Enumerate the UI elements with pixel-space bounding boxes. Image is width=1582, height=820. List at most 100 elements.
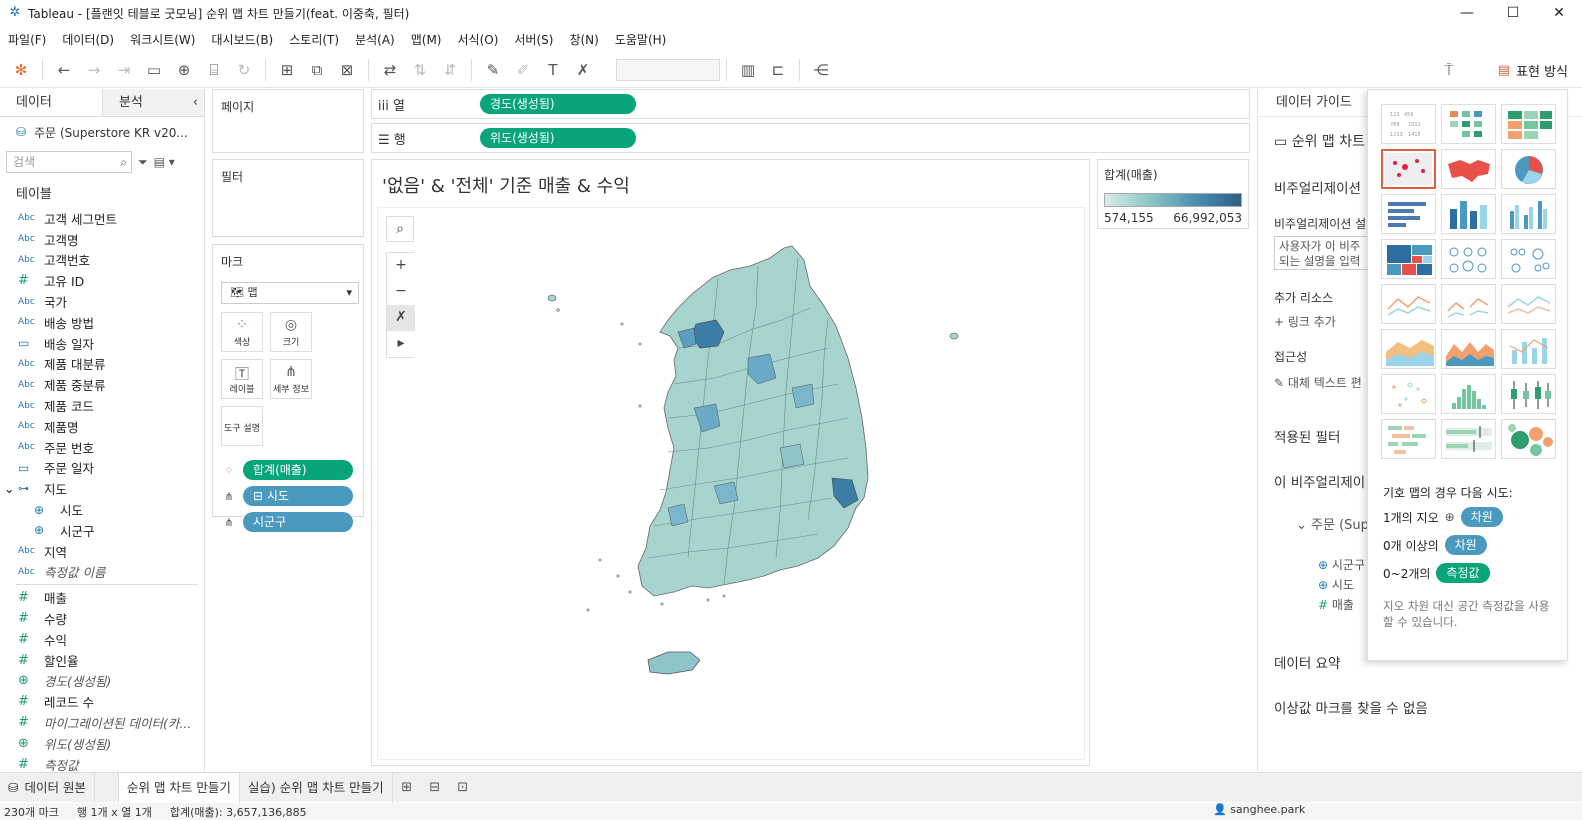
field-item[interactable]: Abc 고객 세그먼트: [0, 208, 204, 229]
search-input[interactable]: 검색 ⌕: [6, 151, 132, 173]
pages-card[interactable]: 페이지: [212, 89, 364, 153]
tableau-home-icon[interactable]: ✻: [8, 57, 34, 83]
chart-type-symbol-map[interactable]: [1381, 149, 1436, 189]
color-button[interactable]: ⁘ 색상: [221, 312, 263, 352]
show-me-button[interactable]: ▤ 표현 방식: [1498, 57, 1568, 83]
field-item[interactable]: Abc 측정값 이름: [0, 562, 204, 583]
group-icon[interactable]: ✐: [510, 57, 536, 83]
save-icon[interactable]: ▭: [141, 57, 167, 83]
menu-help[interactable]: 도움말(H): [607, 31, 675, 48]
field-item[interactable]: ⊕ 시도: [0, 499, 204, 520]
highlight-icon[interactable]: ✎: [480, 57, 506, 83]
chart-type-treemap[interactable]: [1381, 239, 1436, 279]
rows-shelf[interactable]: ☰ 행 위도(생성됨): [371, 123, 1250, 153]
menu-worksheet[interactable]: 워크시트(W): [122, 31, 203, 48]
sort-desc-icon[interactable]: ⇵: [437, 57, 463, 83]
korea-map[interactable]: [378, 208, 1086, 761]
share-icon[interactable]: ⋲: [808, 57, 834, 83]
new-story-icon[interactable]: ⊡: [449, 780, 477, 795]
replay-icon[interactable]: ⇥: [111, 57, 137, 83]
guide-datasource[interactable]: ⌄ 주문 (Supe: [1280, 514, 1377, 533]
tab-datasource[interactable]: ⛁ 데이터 원본: [0, 772, 95, 803]
add-link-button[interactable]: + 링크 추가: [1258, 313, 1336, 330]
chart-type-side-by-side-bars[interactable]: [1501, 194, 1556, 234]
field-item[interactable]: ⊕ 시군구: [0, 520, 204, 541]
field-item[interactable]: # 할인율: [0, 650, 204, 671]
field-item[interactable]: ▭ 주문 일자: [0, 458, 204, 479]
field-item[interactable]: # 수량: [0, 608, 204, 629]
field-item[interactable]: # 마이그레이션된 데이터(카...: [0, 712, 204, 733]
field-item[interactable]: ⊕ 경도(생성됨): [0, 671, 204, 692]
new-worksheet-icon[interactable]: ⊞: [393, 780, 421, 795]
chart-type-heat-map[interactable]: [1441, 104, 1496, 144]
clear-sheet-icon[interactable]: ⊠: [334, 57, 360, 83]
new-dashboard-icon[interactable]: ⊟: [421, 780, 449, 795]
chart-type-dual-combination[interactable]: [1501, 329, 1556, 369]
tooltip-button[interactable]: 도구 설명: [221, 406, 263, 446]
field-item[interactable]: # 수익: [0, 629, 204, 650]
refresh-icon[interactable]: ↻: [231, 57, 257, 83]
view-title[interactable]: '없음' & '전체' 기준 매출 & 수익: [382, 172, 630, 198]
alt-text-button[interactable]: ✎ 대체 텍스트 편: [1258, 374, 1362, 391]
show-cards-icon[interactable]: ▥: [735, 57, 761, 83]
user-menu[interactable]: 👤 sanghee.park: [1213, 803, 1305, 816]
pill-sigungu[interactable]: 시군구: [243, 512, 353, 532]
tab-sheet-practice[interactable]: 실습) 순위 맵 차트 만들기: [240, 772, 393, 803]
chart-type-area-continuous[interactable]: [1381, 329, 1436, 369]
pill-sum-sales[interactable]: 합계(매출): [243, 460, 353, 480]
tab-data[interactable]: 데이터: [0, 89, 102, 116]
field-item[interactable]: # 고유 ID: [0, 270, 204, 291]
columns-shelf[interactable]: iii 열 경도(생성됨): [371, 89, 1250, 119]
menu-window[interactable]: 창(N): [561, 31, 606, 48]
pill-latitude[interactable]: 위도(생성됨): [480, 128, 636, 148]
mark-type-dropdown[interactable]: 🗺 맵 ▾: [221, 282, 359, 304]
datasource-icon[interactable]: ⌸: [201, 57, 227, 83]
pill-sido[interactable]: ⊟ 시도: [243, 486, 353, 506]
field-item[interactable]: Abc 지역: [0, 541, 204, 562]
chart-type-histogram[interactable]: [1441, 374, 1496, 414]
chart-type-gantt[interactable]: [1381, 419, 1436, 459]
chart-type-filled-map[interactable]: [1441, 149, 1496, 189]
close-button[interactable]: ✕: [1536, 0, 1582, 26]
field-item[interactable]: Abc 국가: [0, 291, 204, 312]
chart-type-dual-lines[interactable]: [1501, 284, 1556, 324]
field-item[interactable]: Abc 제품 코드: [0, 395, 204, 416]
menu-server[interactable]: 서버(S): [506, 31, 561, 48]
map-area[interactable]: ⌕ + − ✗ ▸: [377, 207, 1085, 760]
label-button[interactable]: 🅃 레이블: [221, 359, 263, 399]
field-item[interactable]: Abc 제품 중분류: [0, 374, 204, 395]
field-item[interactable]: ⊕ 위도(생성됨): [0, 733, 204, 754]
chart-type-lines-continuous[interactable]: [1381, 284, 1436, 324]
fix-axes-icon[interactable]: ✗: [570, 57, 596, 83]
menu-analysis[interactable]: 분석(A): [347, 31, 403, 48]
color-legend[interactable]: 합계(매출) 574,155 66,992,053: [1097, 159, 1249, 229]
collapse-icon[interactable]: ‹: [193, 89, 198, 117]
menu-story[interactable]: 스토리(T): [281, 31, 347, 48]
tab-analysis[interactable]: 분석 ‹: [101, 89, 204, 117]
menu-map[interactable]: 맵(M): [403, 31, 450, 48]
field-item[interactable]: ▭ 배송 일자: [0, 333, 204, 354]
chart-type-horizontal-bars[interactable]: [1381, 194, 1436, 234]
chart-type-stacked-bars[interactable]: [1441, 194, 1496, 234]
datasource-item[interactable]: ⛁ 주문 (Superstore KR v20...: [0, 117, 204, 147]
view-options-icon[interactable]: ▤ ▾: [154, 155, 175, 169]
chart-type-scatter[interactable]: [1381, 374, 1436, 414]
menu-data[interactable]: 데이터(D): [54, 31, 122, 48]
size-button[interactable]: ◎ 크기: [270, 312, 312, 352]
chart-type-area-discrete[interactable]: [1441, 329, 1496, 369]
field-item[interactable]: # 매출: [0, 587, 204, 608]
menu-dashboard[interactable]: 대시보드(B): [203, 31, 281, 48]
field-item[interactable]: Abc 제품명: [0, 416, 204, 437]
field-item[interactable]: # 레코드 수: [0, 691, 204, 712]
sort-asc-icon[interactable]: ⇅: [407, 57, 433, 83]
duplicate-sheet-icon[interactable]: ⧉: [304, 57, 330, 83]
new-sheet-icon[interactable]: ⊞: [274, 57, 300, 83]
labels-icon[interactable]: T: [540, 57, 566, 83]
chart-type-side-by-side-circles[interactable]: [1501, 239, 1556, 279]
chart-type-packed-bubbles[interactable]: [1501, 419, 1556, 459]
pin-icon[interactable]: ⍑: [1436, 57, 1462, 83]
chart-type-bullet-graph[interactable]: [1441, 419, 1496, 459]
redo-icon[interactable]: →: [81, 57, 107, 83]
filters-card[interactable]: 필터: [212, 159, 364, 237]
chart-type-box-whisker[interactable]: [1501, 374, 1556, 414]
